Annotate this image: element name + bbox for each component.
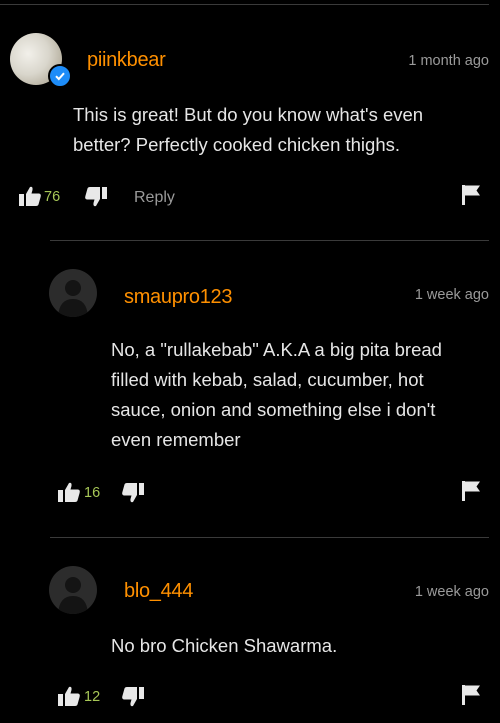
comment-divider xyxy=(50,240,489,241)
default-avatar-icon[interactable] xyxy=(49,566,97,614)
comment-timestamp: 1 week ago xyxy=(414,584,489,600)
top-divider xyxy=(0,4,489,5)
comment-username[interactable]: smaupro123 xyxy=(124,286,232,309)
comment-text: This is great! But do you know what's ev… xyxy=(73,104,424,155)
like-count: 12 xyxy=(84,689,101,705)
comment-divider xyxy=(50,537,489,538)
default-avatar-icon[interactable] xyxy=(49,269,97,317)
like-count: 16 xyxy=(84,485,101,501)
flag-icon[interactable] xyxy=(461,480,481,502)
thumbs-down-icon[interactable] xyxy=(84,186,108,208)
thumbs-up-icon[interactable] xyxy=(57,481,81,503)
verified-icon xyxy=(48,64,72,88)
thumbs-up-icon[interactable] xyxy=(57,685,81,707)
comment-timestamp: 1 month ago xyxy=(408,53,489,69)
flag-icon[interactable] xyxy=(461,184,481,206)
comment-text: No bro Chicken Shawarma. xyxy=(111,635,338,656)
comment-timestamp: 1 week ago xyxy=(414,287,489,303)
like-count: 76 xyxy=(44,189,61,205)
comment-username[interactable]: blo_444 xyxy=(124,580,193,603)
flag-icon[interactable] xyxy=(461,684,481,706)
comment-text: No, a "rullakebab" A.K.A a big pita brea… xyxy=(111,339,442,450)
comment-username[interactable]: piinkbear xyxy=(87,49,166,72)
reply-button[interactable]: Reply xyxy=(134,189,175,207)
thumbs-down-icon[interactable] xyxy=(121,686,145,708)
thumbs-down-icon[interactable] xyxy=(121,482,145,504)
thumbs-up-icon[interactable] xyxy=(18,185,42,207)
